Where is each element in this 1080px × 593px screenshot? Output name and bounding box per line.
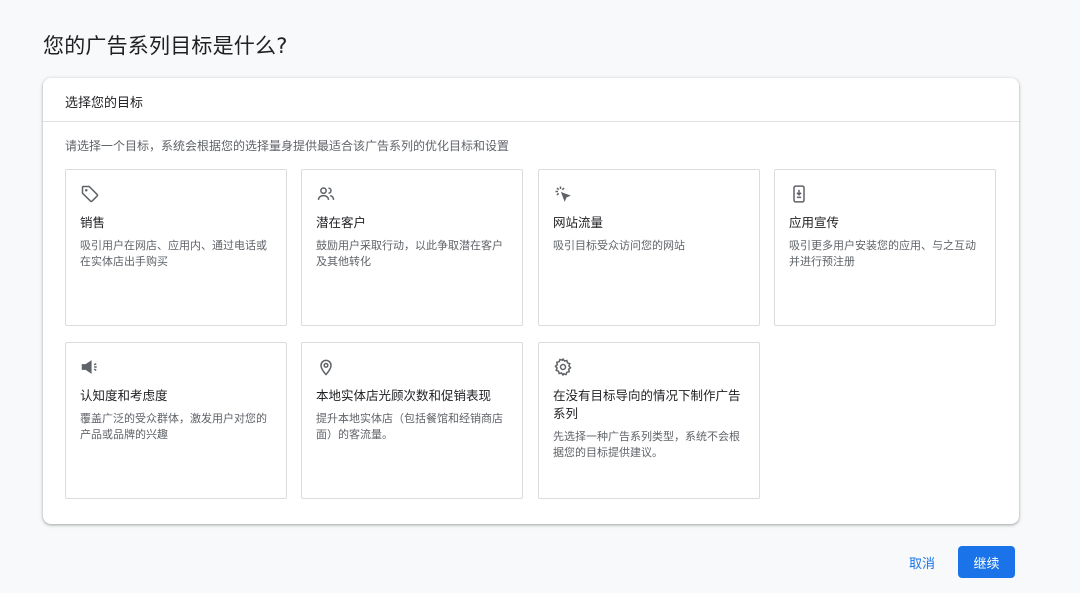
goal-title: 应用宣传 [789, 215, 840, 230]
goal-title: 网站流量 [553, 215, 604, 230]
goal-card-local-store[interactable]: 本地实体店光顾次数和促销表现 提升本地实体店（包括餐馆和经销商店面）的客流量。 [301, 342, 523, 499]
goal-description: 吸引更多用户安装您的应用、与之互动并进行预注册 [789, 239, 976, 268]
goal-description: 鼓励用户采取行动，以此争取潜在客户及其他转化 [316, 239, 503, 268]
megaphone-icon [80, 357, 102, 379]
location-pin-icon [316, 357, 338, 379]
goal-title: 在没有目标导向的情况下制作广告系列 [553, 388, 741, 421]
goal-description: 吸引目标受众访问您的网站 [553, 239, 685, 252]
goal-card-awareness[interactable]: 认知度和考虑度 覆盖广泛的受众群体，激发用户对您的产品或品牌的兴趣 [65, 342, 287, 499]
goal-title: 认知度和考虑度 [80, 388, 168, 403]
mobile-download-icon [789, 184, 811, 206]
gear-icon [553, 357, 575, 379]
panel-header: 选择您的目标 [43, 78, 1019, 122]
goal-title: 潜在客户 [316, 215, 367, 230]
goal-card-app-promotion[interactable]: 应用宣传 吸引更多用户安装您的应用、与之互动并进行预注册 [774, 169, 996, 326]
goal-description: 覆盖广泛的受众群体，激发用户对您的产品或品牌的兴趣 [80, 412, 267, 441]
goal-title: 本地实体店光顾次数和促销表现 [316, 388, 492, 403]
goal-selection-panel: 选择您的目标 请选择一个目标，系统会根据您的选择量身提供最适合该广告系列的优化目… [43, 78, 1019, 524]
goal-card-no-goal[interactable]: 在没有目标导向的情况下制作广告系列 先选择一种广告系列类型，系统不会根据您的目标… [538, 342, 760, 499]
goal-description: 提升本地实体店（包括餐馆和经销商店面）的客流量。 [316, 412, 503, 441]
page-title: 您的广告系列目标是什么? [43, 34, 288, 58]
tag-icon [80, 184, 102, 206]
cancel-button[interactable]: 取消 [896, 546, 948, 578]
goal-card-leads[interactable]: 潜在客户 鼓励用户采取行动，以此争取潜在客户及其他转化 [301, 169, 523, 326]
continue-button[interactable]: 继续 [958, 546, 1015, 578]
people-icon [316, 184, 338, 206]
goal-title: 销售 [80, 215, 106, 230]
panel-subtitle: 请选择一个目标，系统会根据您的选择量身提供最适合该广告系列的优化目标和设置 [65, 139, 510, 153]
goal-description: 先选择一种广告系列类型，系统不会根据您的目标提供建议。 [553, 430, 740, 459]
goal-description: 吸引用户在网店、应用内、通过电话或在实体店出手购买 [80, 239, 267, 268]
cursor-click-icon [553, 184, 575, 206]
goal-card-sales[interactable]: 销售 吸引用户在网店、应用内、通过电话或在实体店出手购买 [65, 169, 287, 326]
goal-card-website-traffic[interactable]: 网站流量 吸引目标受众访问您的网站 [538, 169, 760, 326]
